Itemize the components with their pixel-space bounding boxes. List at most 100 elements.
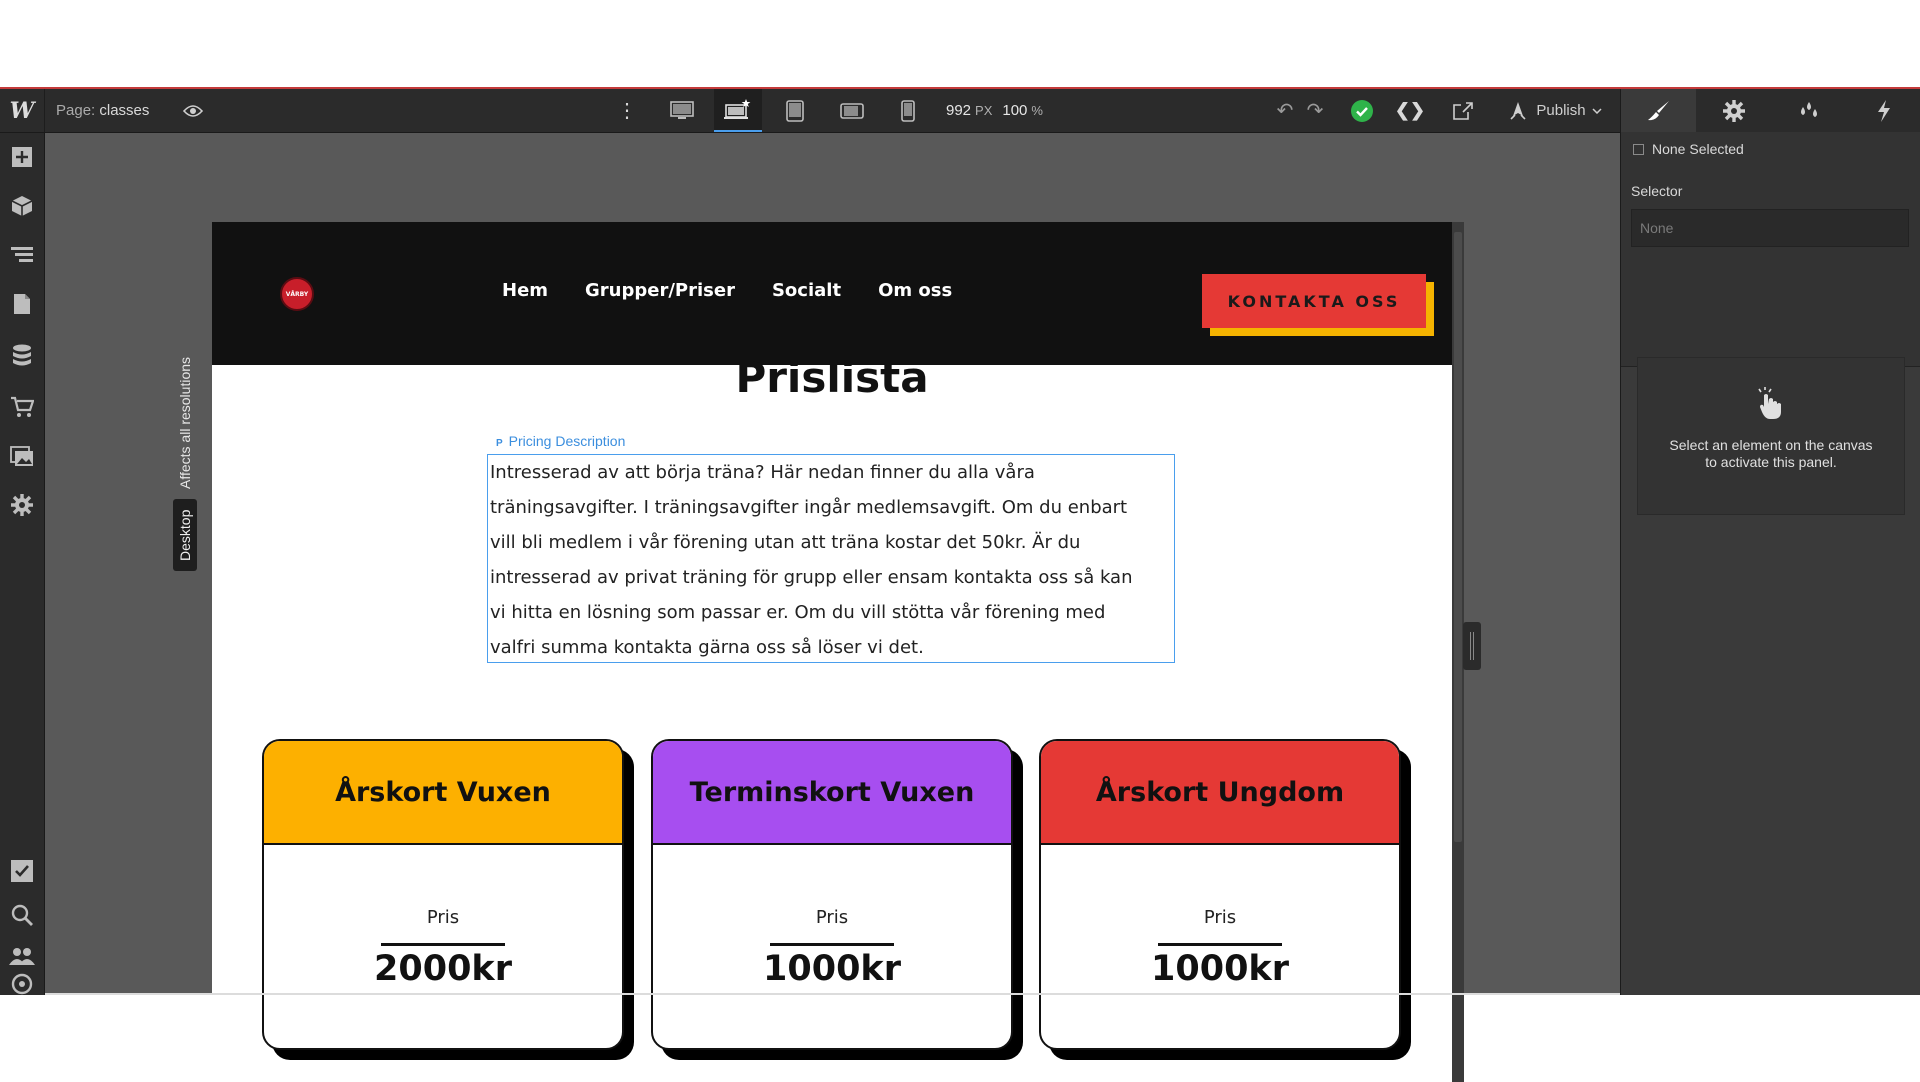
add-icon[interactable] xyxy=(0,137,44,177)
nav-link-om-oss[interactable]: Om oss xyxy=(878,280,952,301)
page-name: classes xyxy=(99,102,150,119)
lightning-icon xyxy=(1877,99,1890,122)
price-card-arskort-vuxen[interactable]: Årskort Vuxen Pris 2000kr xyxy=(262,739,634,1060)
pages-icon[interactable] xyxy=(0,284,44,324)
drops-icon xyxy=(1800,101,1817,117)
card-price-label: Pris xyxy=(1203,907,1237,928)
price-card-terminskort-vuxen[interactable]: Terminskort Vuxen Pris 1000kr xyxy=(651,739,1023,1060)
site-logo[interactable]: VÅRBY xyxy=(280,277,314,311)
none-selected-label: None Selected xyxy=(1652,141,1744,157)
page-prefix: Page: xyxy=(56,102,96,119)
check-status-icon[interactable] xyxy=(1347,89,1377,132)
width-value: 992 xyxy=(946,102,972,119)
breakpoint-desktop-icon[interactable] xyxy=(714,89,762,132)
webflow-logo[interactable]: W xyxy=(0,89,45,132)
chevron-down-icon xyxy=(1592,107,1602,114)
more-options-icon[interactable]: ⋮ xyxy=(612,89,642,132)
publish-button[interactable]: Publish xyxy=(1500,89,1610,132)
card-title: Årskort Ungdom xyxy=(1041,741,1399,845)
pointer-hand-icon xyxy=(1638,386,1904,423)
element-label-tag: P Pricing Description xyxy=(496,433,625,449)
affects-all-resolutions-label: Affects all resolutions xyxy=(177,356,193,489)
code-icon[interactable]: ❮❯ xyxy=(1395,89,1425,132)
top-toolbar: W Page: classes ⋮ 992 PX 100 % ↶ ↷ ❮❯ Pu… xyxy=(0,89,1620,133)
panel-tabs xyxy=(1621,89,1920,133)
tab-interactions[interactable] xyxy=(1846,89,1920,132)
breakpoint-mobile-portrait-icon[interactable] xyxy=(884,89,932,132)
desktop-breakpoint-badge[interactable]: Desktop xyxy=(173,499,197,571)
canvas-resize-handle[interactable] xyxy=(1463,622,1481,670)
site-preview: VÅRBY Hem Grupper/Priser Socialt Om oss … xyxy=(212,222,1452,1082)
users-icon[interactable] xyxy=(0,937,44,977)
description-line: vill bli medlem i vår förening utan att … xyxy=(490,532,1081,553)
navigator-icon[interactable] xyxy=(0,235,44,275)
tab-style[interactable] xyxy=(1621,89,1696,132)
empty-selection-hint: Select an element on the canvas to activ… xyxy=(1637,357,1905,515)
nav-link-hem[interactable]: Hem xyxy=(502,280,548,301)
card-divider xyxy=(770,943,894,946)
breakpoint-tablet-icon[interactable] xyxy=(771,89,819,132)
none-selected-toggle[interactable]: None Selected xyxy=(1633,141,1744,157)
description-line: Intresserad av att börja träna? Här neda… xyxy=(490,462,1035,483)
checkbox-icon[interactable] xyxy=(1633,143,1644,155)
publish-label: Publish xyxy=(1536,102,1586,119)
card-price: 1000kr xyxy=(763,949,901,989)
redo-icon[interactable]: ↷ xyxy=(1300,89,1330,132)
card-divider xyxy=(381,943,505,946)
card-price: 1000kr xyxy=(1151,949,1289,989)
site-nav-links: Hem Grupper/Priser Socialt Om oss xyxy=(502,280,952,301)
card-title: Årskort Vuxen xyxy=(264,741,622,845)
zoom-value: 100 xyxy=(1002,102,1028,119)
page-title[interactable]: Prislista xyxy=(212,353,1452,402)
search-icon[interactable] xyxy=(0,895,44,935)
cube-icon[interactable] xyxy=(0,186,44,226)
width-unit: PX xyxy=(975,103,993,118)
canvas-size-readout[interactable]: 992 PX 100 % xyxy=(946,89,1053,132)
element-label-text: Pricing Description xyxy=(508,433,626,449)
rocket-icon xyxy=(1510,101,1526,120)
price-card-arskort-ungdom[interactable]: Årskort Ungdom Pris 1000kr xyxy=(1039,739,1411,1060)
brush-icon xyxy=(1647,100,1669,120)
pricing-description[interactable]: Intresserad av att börja träna? Här neda… xyxy=(487,454,1175,663)
card-price-label: Pris xyxy=(426,907,460,928)
nav-link-socialt[interactable]: Socialt xyxy=(772,280,841,301)
breakpoint-indicator: Affects all resolutions Desktop xyxy=(173,329,197,654)
help-icon[interactable] xyxy=(0,973,44,995)
ecommerce-icon[interactable] xyxy=(0,387,44,427)
description-line: intresserad av privat träning för grupp … xyxy=(490,567,1133,588)
contact-button[interactable]: KONTAKTA OSS xyxy=(1202,274,1426,328)
breakpoint-large-desktop-icon[interactable] xyxy=(658,89,706,132)
page-selector[interactable]: Page: classes xyxy=(56,89,149,132)
tab-style-manager[interactable] xyxy=(1771,89,1846,132)
site-navbar[interactable]: VÅRBY Hem Grupper/Priser Socialt Om oss … xyxy=(212,222,1452,365)
paragraph-icon: P xyxy=(496,438,503,449)
card-body: Årskort Vuxen Pris 2000kr xyxy=(262,739,624,1050)
style-panel: None Selected Selector None Select an el… xyxy=(1620,89,1920,995)
selector-section xyxy=(1621,132,1920,367)
description-line: valfri summa kontakta gärna oss så löser… xyxy=(490,637,924,658)
tasks-icon[interactable] xyxy=(0,851,44,891)
tab-settings[interactable] xyxy=(1696,89,1771,132)
description-line: vi hitta en lösning som passar er. Om du… xyxy=(490,602,1106,623)
left-toolbar xyxy=(0,133,45,995)
undo-icon[interactable]: ↶ xyxy=(1270,89,1300,132)
gear-icon xyxy=(1722,99,1745,122)
preview-eye-icon[interactable] xyxy=(178,89,208,132)
scroll-thumb[interactable] xyxy=(1454,232,1462,842)
export-icon[interactable] xyxy=(1448,89,1478,132)
hint-line-1: Select an element on the canvas xyxy=(1669,437,1873,453)
cms-icon[interactable] xyxy=(0,336,44,376)
settings-icon[interactable] xyxy=(0,485,44,525)
card-title: Terminskort Vuxen xyxy=(653,741,1011,845)
assets-icon[interactable] xyxy=(0,437,44,477)
card-body: Årskort Ungdom Pris 1000kr xyxy=(1039,739,1401,1050)
breakpoint-mobile-landscape-icon[interactable] xyxy=(828,89,876,132)
nav-link-grupper-priser[interactable]: Grupper/Priser xyxy=(585,280,735,301)
description-line: träningsavgifter. I träningsavgifter ing… xyxy=(490,497,1128,518)
canvas-bottom-edge xyxy=(45,993,1620,995)
selector-input[interactable]: None xyxy=(1631,209,1909,247)
card-price: 2000kr xyxy=(374,949,512,989)
card-price-label: Pris xyxy=(815,907,849,928)
zoom-unit: % xyxy=(1031,103,1043,118)
card-body: Terminskort Vuxen Pris 1000kr xyxy=(651,739,1013,1050)
